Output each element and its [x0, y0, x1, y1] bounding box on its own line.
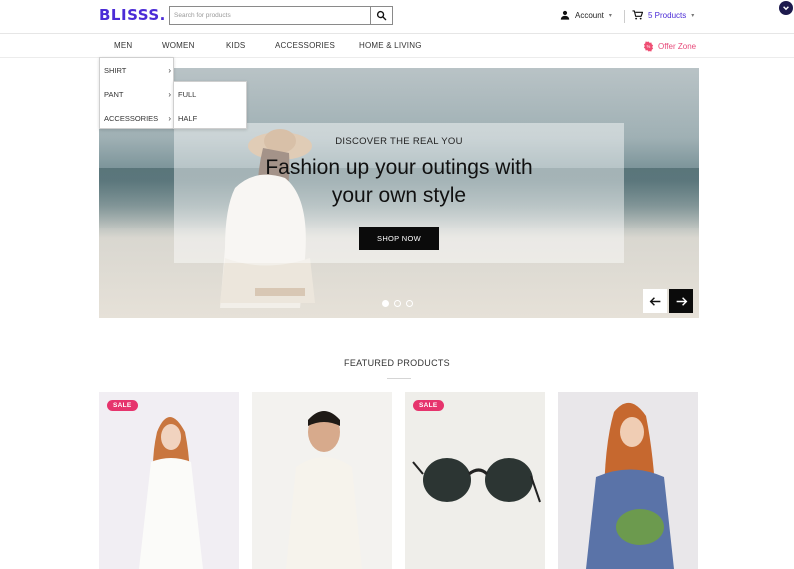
hero-headline: Fashion up your outings with your own st…: [174, 154, 624, 210]
search-input[interactable]: [170, 7, 370, 24]
pant-submenu: FULL HALF: [173, 81, 247, 129]
chevron-down-icon: [783, 6, 789, 11]
dropdown-item-label: ACCESSORIES: [104, 114, 159, 123]
account-label: Account: [575, 10, 604, 20]
hero-kicker: DISCOVER THE REAL YOU: [335, 136, 463, 147]
shop-now-button[interactable]: SHOP NOW: [359, 227, 439, 250]
title-underline: [387, 378, 411, 379]
product-image: [405, 392, 545, 569]
arrow-left-icon: [649, 296, 660, 306]
product-image: [558, 392, 698, 569]
sale-badge: SALE: [107, 400, 138, 411]
dropdown-item-label: SHIRT: [104, 66, 127, 75]
dropdown-item-shirt[interactable]: SHIRT ›: [104, 66, 171, 75]
chevron-down-icon: ▾: [691, 12, 695, 19]
nav-item-accessories[interactable]: ACCESSORIES: [275, 41, 335, 50]
slider-dot-2[interactable]: [394, 300, 401, 307]
offer-icon: %: [643, 41, 654, 52]
product-card[interactable]: SALE: [99, 392, 239, 569]
product-card[interactable]: [558, 392, 698, 569]
dropdown-item-pant[interactable]: PANT ›: [104, 90, 171, 99]
featured-products-title: FEATURED PRODUCTS: [344, 358, 450, 368]
cart-icon: [632, 10, 643, 20]
search-button[interactable]: [370, 7, 392, 24]
nav-item-men[interactable]: MEN: [114, 41, 132, 50]
chevron-right-icon: ›: [168, 90, 171, 99]
men-dropdown-menu: SHIRT › PANT › ACCESSORIES ›: [99, 57, 174, 129]
search-icon: [376, 10, 387, 21]
offer-zone-link[interactable]: % Offer Zone: [643, 41, 696, 52]
nav-item-home-living[interactable]: HOME & LIVING: [359, 41, 422, 50]
chevron-down-icon: ▾: [608, 12, 612, 19]
scroll-toggle-button[interactable]: [779, 1, 793, 15]
header: BLISSS. Account ▾ 5 Products ▾: [0, 0, 794, 34]
submenu-item-full[interactable]: FULL: [178, 90, 196, 99]
svg-text:%: %: [647, 44, 651, 49]
slider-dots: [382, 300, 413, 307]
search-bar: [169, 6, 393, 25]
slider-dot-1[interactable]: [382, 300, 389, 307]
dropdown-item-accessories[interactable]: ACCESSORIES ›: [104, 114, 171, 123]
product-image: [252, 392, 392, 569]
user-icon: [560, 10, 570, 20]
sale-badge: SALE: [413, 400, 444, 411]
logo[interactable]: BLISSS.: [99, 6, 166, 24]
product-card[interactable]: [252, 392, 392, 569]
cart-label: 5 Products: [648, 10, 687, 20]
hero-headline-line2: your own style: [331, 184, 467, 207]
slider-prev-button[interactable]: [643, 289, 667, 313]
submenu-item-half[interactable]: HALF: [178, 114, 197, 123]
cart-button[interactable]: 5 Products ▾: [632, 10, 694, 20]
slider-dot-3[interactable]: [406, 300, 413, 307]
account-menu[interactable]: Account ▾: [560, 10, 612, 20]
product-card[interactable]: SALE: [405, 392, 545, 569]
header-divider: [624, 10, 625, 23]
hero-headline-line1: Fashion up your outings with: [265, 156, 533, 179]
chevron-right-icon: ›: [168, 114, 171, 123]
nav-item-kids[interactable]: KIDS: [226, 41, 245, 50]
product-image: [99, 392, 239, 569]
arrow-right-icon: [676, 296, 687, 306]
offer-zone-label: Offer Zone: [658, 42, 697, 51]
main-nav: MEN WOMEN KIDS ACCESSORIES HOME & LIVING…: [0, 35, 794, 58]
dropdown-item-label: PANT: [104, 90, 124, 99]
chevron-right-icon: ›: [168, 66, 171, 75]
nav-item-women[interactable]: WOMEN: [162, 41, 195, 50]
slider-next-button[interactable]: [669, 289, 693, 313]
